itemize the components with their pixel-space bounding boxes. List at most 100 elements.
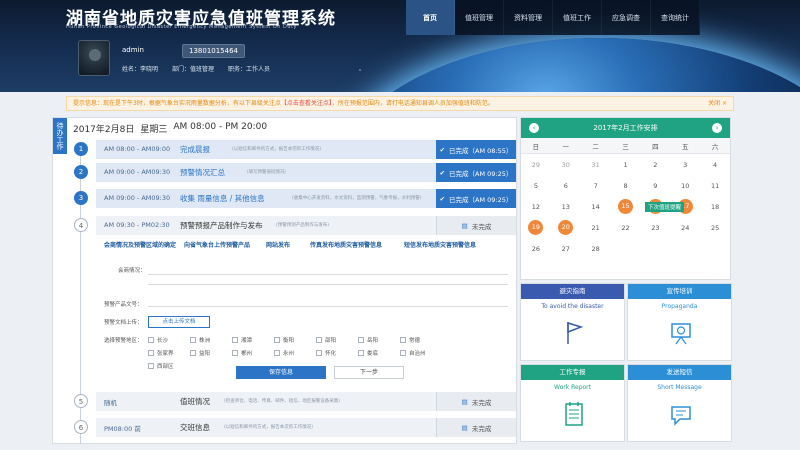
calendar-day[interactable]: 3 [670,161,700,169]
region-checkbox[interactable]: 郴州 [232,349,274,357]
task-step-1[interactable]: 1 AM 08:00 - AM09:00 完成晨报 (以短信和邮件的方式，报告本… [74,140,516,159]
region-checkbox[interactable]: 西部区 [148,362,190,370]
nav-statistics[interactable]: 查询统计 [651,0,700,35]
calendar-day[interactable]: 23 [640,224,670,232]
step-status-button[interactable]: ▤ 未完成 [436,216,516,235]
step-status-button[interactable]: ▤ 未完成 [436,392,516,411]
calendar-day[interactable]: 11 [700,182,730,190]
region-checkbox[interactable]: 长沙 [148,336,190,344]
main-nav: 首页 值班管理 资料管理 值班工作 应急调查 查询统计 [406,0,700,35]
todo-tab[interactable]: 待办工作 [53,118,67,154]
avatar[interactable] [78,40,110,76]
doc-number-input[interactable] [148,306,508,307]
calendar-day[interactable]: 26 [521,245,551,253]
step-time: 随机 [104,399,117,407]
tile-title: 发送短信 [628,365,731,380]
calendar-day[interactable]: 29 [521,161,551,169]
region-checkbox[interactable]: 邵阳 [316,336,358,344]
upload-button[interactable]: 点击上传文档 [148,316,210,328]
user-fullname: 姓名：李晓明 [122,66,159,73]
weekday-label: 三 [622,142,629,151]
tile-training[interactable]: 宣传培训 Propaganda [627,283,732,361]
calendar-day[interactable]: 5 [521,182,551,190]
subtab-upload-product[interactable]: 向省气象台上传预警产品 [184,240,266,249]
calendar-day[interactable]: 19 [521,220,551,235]
region-checkbox[interactable]: 株洲 [190,336,232,344]
calendar-day[interactable]: 13 [551,203,581,211]
step-title: 完成晨报 [180,145,210,154]
subtab-sms-publish[interactable]: 短信发布地质灾害预警信息 [404,240,504,249]
calendar-day[interactable]: 31 [581,161,611,169]
calendar-day[interactable]: 7 [581,182,611,190]
prev-month-icon[interactable]: ‹ [529,123,539,133]
calendar-day[interactable]: 28 [581,245,611,253]
calendar-day[interactable]: 18 [700,203,730,211]
step-number: 6 [74,420,88,434]
task-step-2[interactable]: 2 AM 09:00 - AM09:30 预警情况汇总 （填写预警值班情况） ✔… [74,163,516,182]
calendar-day[interactable]: 20 [551,220,581,235]
step-status-button[interactable]: ▤ 未完成 [436,418,516,437]
consult-input[interactable] [148,274,508,275]
tile-title: 避灾指南 [521,284,624,299]
region-checkbox[interactable]: 常德 [400,336,442,344]
calendar-day[interactable]: 14 [581,203,611,211]
calendar-day[interactable]: 15 [611,199,641,214]
subtab-consult[interactable]: 会商情况及预警区域的确定 [104,240,184,249]
step-status-button[interactable]: ✔ 已完成（AM 09:25） [436,189,516,208]
consult-input-line[interactable] [148,284,508,285]
nav-duty-work[interactable]: 值班工作 [553,0,602,35]
calendar-week-row: 5 6 7 8 9 10 11 [521,175,730,196]
region-checkbox[interactable]: 娄底 [358,349,400,357]
task-step-3[interactable]: 3 AM 09:00 - AM09:30 收集 雨量信息 / 其他信息 (收集中… [74,189,516,208]
calendar-day[interactable]: 4 [700,161,730,169]
region-checkbox[interactable]: 怀化 [316,349,358,357]
work-calendar: ‹ 2017年2月工作安排 › 日一二三四五六 29 30 31 1 2 3 4 5 6 7 8 9 1… [520,117,731,280]
step-status-button[interactable]: ✔ 已完成（AM 09:25） [436,163,516,182]
notice-link[interactable]: 【点击查看关注点】 [281,100,332,107]
nav-emergency-survey[interactable]: 应急调查 [602,0,651,35]
user-phone: 13801015464 [182,44,245,58]
step-title: 交班信息 [180,423,210,432]
region-checkbox[interactable]: 自治州 [400,349,442,357]
calendar-day[interactable]: 27 [551,245,581,253]
calendar-day[interactable]: 22 [611,224,641,232]
region-checkbox[interactable]: 益阳 [190,349,232,357]
calendar-day[interactable]: 24 [670,224,700,232]
calendar-day[interactable]: 30 [551,161,581,169]
region-checkbox[interactable]: 湘潭 [232,336,274,344]
calendar-day[interactable]: 2 [640,161,670,169]
subtab-fax-publish[interactable]: 传真发布地质灾害预警信息 [310,240,404,249]
region-checkbox[interactable]: 岳阳 [358,336,400,344]
calendar-day[interactable]: 12 [521,203,551,211]
region-checkbox[interactable]: 张家界 [148,349,190,357]
calendar-day[interactable]: 9 [640,182,670,190]
task-step-6[interactable]: 6 PM08:00 前 交班信息 (以短信和邮件的方式，报告本次的工作情况) ▤… [74,418,516,437]
task-step-4[interactable]: 4 AM 09:30 - PM02:30 预警预报产品制作与发布 (预警预测产品… [74,216,516,235]
calendar-day[interactable]: 6 [551,182,581,190]
calendar-day[interactable]: 8 [611,182,641,190]
calendar-day[interactable]: 25 [700,224,730,232]
nav-home[interactable]: 首页 [406,0,455,35]
tile-work-report[interactable]: 工作专报 Work Report [520,364,625,442]
tile-disaster-guide[interactable]: 避灾指南 To avoid the disaster [520,283,625,361]
calendar-day[interactable]: 10 [670,182,700,190]
calendar-day[interactable]: 21 [581,224,611,232]
notice-close-button[interactable]: 关闭 × [708,97,727,110]
nav-duty-management[interactable]: 值班管理 [455,0,504,35]
step-time: AM 08:00 - AM09:00 [104,145,171,153]
region-checkbox[interactable]: 永州 [274,349,316,357]
calendar-day[interactable]: 1 [611,161,641,169]
step-status-button[interactable]: ✔ 已完成（AM 08:55） [436,140,516,159]
subtab-web-publish[interactable]: 网站发布 [266,240,310,249]
step-status-label: 未完成 [471,398,492,407]
nav-data-management[interactable]: 资料管理 [504,0,553,35]
next-button[interactable]: 下一步 [334,366,404,379]
region-checkbox[interactable]: 衡阳 [274,336,316,344]
tile-send-sms[interactable]: 发送短信 Short Message [627,364,732,442]
tile-subtitle: Short Message [657,384,702,391]
task-step-5[interactable]: 5 随机 值班情况 (检查单位、电话、传真、邮件、短信、地区报警设备采集) ▤ 未… [74,392,516,411]
step-status-label: 已完成（AM 09:25） [449,195,513,204]
next-month-icon[interactable]: › [712,123,722,133]
calendar-weekdays: 日一二三四五六 [521,138,730,154]
save-button[interactable]: 保存信息 [236,366,326,379]
